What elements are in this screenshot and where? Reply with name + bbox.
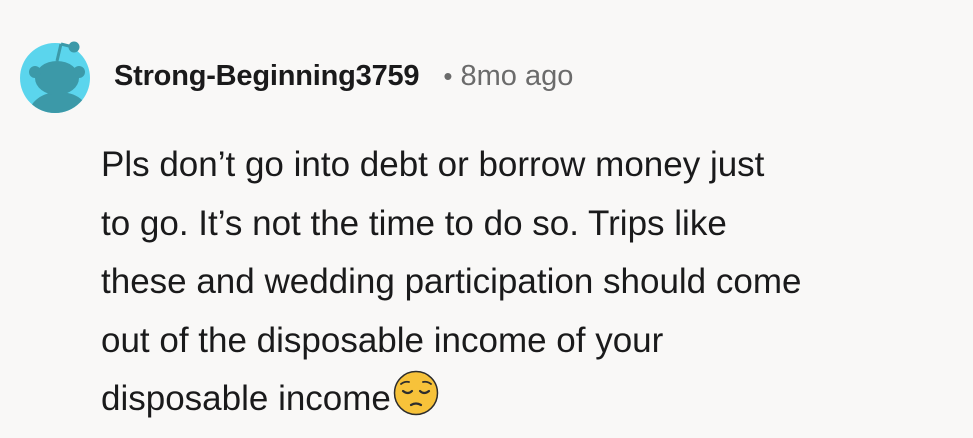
snoo-avatar-icon[interactable] (19, 28, 91, 118)
comment-body: Pls don’t go into debt or borrow money j… (101, 136, 963, 429)
author-username[interactable]: Strong-Beginning3759 (114, 60, 420, 93)
comment-line: to go. It’s not the time to do so. Trips… (101, 203, 727, 243)
comment-line: out of the disposable income of your (101, 320, 664, 360)
pensive-face-icon (393, 370, 439, 416)
comment-meta: Strong-Beginning3759 • 8mo ago (114, 56, 573, 96)
comment-line-last: disposable income (101, 370, 963, 429)
comment-line: these and wedding participation should c… (101, 262, 802, 301)
separator-dot: • (443, 60, 453, 91)
comment-line-text: disposable income (101, 379, 391, 418)
comment-age[interactable]: 8mo ago (460, 60, 573, 93)
comment-line: Pls don’t go into debt or borrow money j… (101, 145, 765, 184)
comment-card: Strong-Beginning3759 • 8mo ago Pls don’t… (0, 0, 973, 438)
